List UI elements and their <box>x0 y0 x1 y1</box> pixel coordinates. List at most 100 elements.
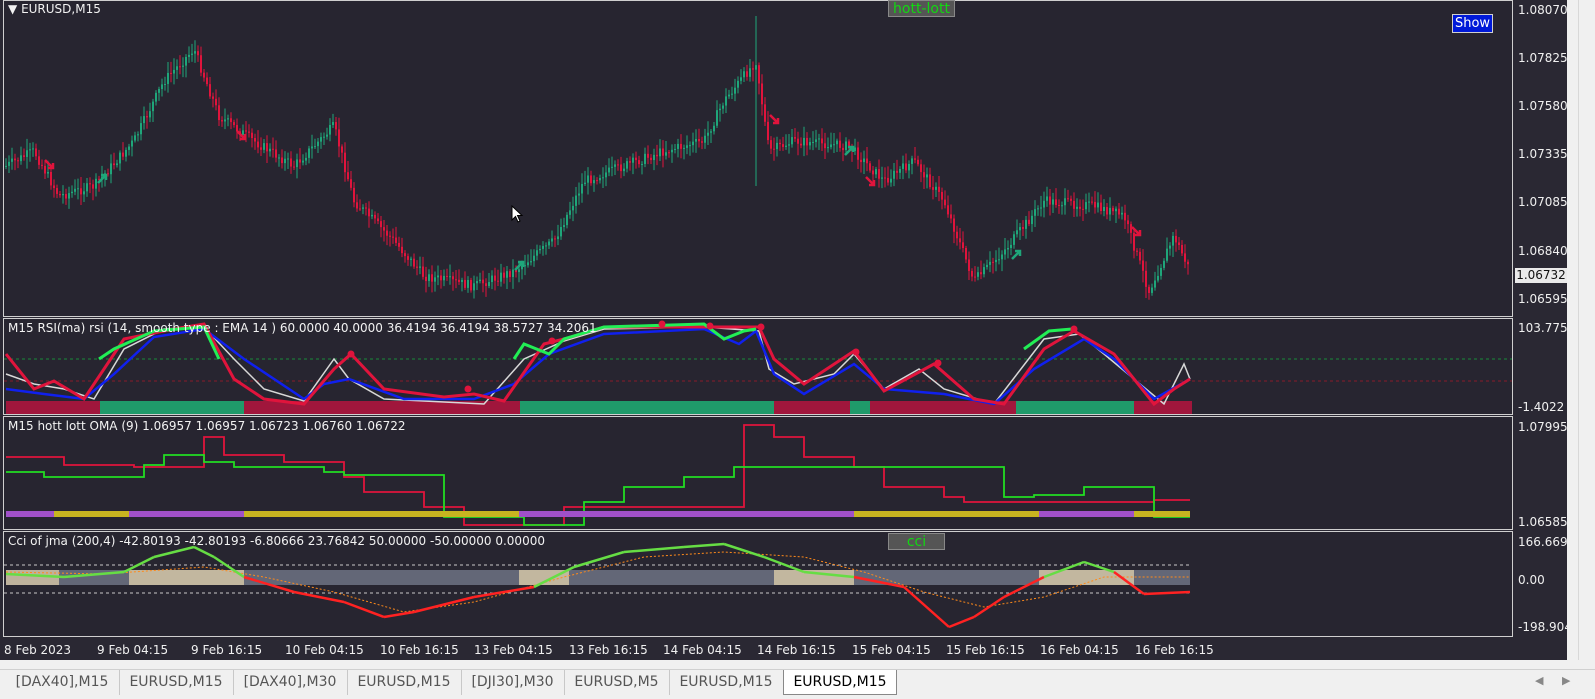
rsi-histogram-bar <box>1126 401 1128 414</box>
hott-lott-button[interactable]: hott-lott <box>888 0 955 17</box>
rsi-indicator-label: M15 RSI(ma) rsi (14, smooth type : EMA 1… <box>8 321 597 335</box>
rsi-histogram-bar <box>432 401 434 414</box>
rsi-histogram-bar <box>846 401 848 414</box>
rsi-histogram-bar <box>1032 401 1034 414</box>
rsi-histogram-bar <box>588 401 590 414</box>
vertical-scrollbar[interactable] <box>1578 0 1595 660</box>
candle-body <box>662 148 664 156</box>
hott-signal-bar <box>6 511 54 517</box>
rsi-histogram-bar <box>88 401 90 414</box>
rsi-histogram-bar <box>194 401 196 414</box>
tab-eurusd-m15[interactable]: EURUSD,M15 <box>669 670 784 695</box>
rsi-histogram-bar <box>64 401 66 414</box>
rsi-histogram-bar <box>938 401 940 414</box>
candle-body <box>1115 208 1117 212</box>
rsi-histogram-bar <box>792 401 794 414</box>
rsi-histogram-bar <box>582 401 584 414</box>
tab-dax40-m30[interactable]: [DAX40],M30 <box>233 670 348 695</box>
rsi-histogram-bar <box>426 401 428 414</box>
rsi-histogram-bar <box>1096 401 1098 414</box>
rsi-histogram-bar <box>224 401 226 414</box>
candle-body <box>161 84 163 90</box>
rsi-histogram-bar <box>1142 401 1144 414</box>
show-button[interactable]: Show <box>1452 14 1493 33</box>
rsi-histogram-bar <box>980 401 982 414</box>
candle-body <box>725 96 727 106</box>
rsi-histogram-bar <box>704 401 706 414</box>
cci-line-segment <box>623 545 685 554</box>
rsi-histogram-bar <box>728 401 730 414</box>
rsi-histogram-bar <box>694 401 696 414</box>
cci-pane[interactable]: Cci of jma (200,4) -42.80193 -42.80193 -… <box>3 531 1513 637</box>
rsi-histogram-bar <box>430 401 432 414</box>
scroll-right-icon[interactable]: ▶ <box>1562 674 1570 687</box>
candle-body <box>461 279 463 282</box>
rsi-histogram-bar <box>1180 401 1182 414</box>
candle-body <box>782 144 784 147</box>
rsi-histogram-bar <box>384 401 386 414</box>
candle-body <box>578 193 580 196</box>
candle-body <box>1004 249 1006 255</box>
dropdown-icon[interactable]: ▼ <box>8 2 17 16</box>
candle-body <box>434 277 436 282</box>
price-pane[interactable]: ▼ EURUSD,M15 <box>3 0 1513 317</box>
candle-body <box>122 152 124 157</box>
rsi-histogram-bar <box>112 401 114 414</box>
rsi-histogram-bar <box>706 401 708 414</box>
tab-eurusd-m5[interactable]: EURUSD,M5 <box>564 670 670 695</box>
candle-body <box>329 125 331 135</box>
candle-body <box>317 141 319 147</box>
symbol-header[interactable]: ▼ EURUSD,M15 <box>8 2 101 16</box>
candle-body <box>191 53 193 55</box>
rsi-histogram-bar <box>1136 401 1138 414</box>
rsi-histogram-bar <box>622 401 624 414</box>
rsi-histogram-bar <box>830 401 832 414</box>
candle-body <box>497 280 499 282</box>
candle-body <box>86 183 88 192</box>
rsi-histogram-bar <box>1022 401 1024 414</box>
candle-body <box>629 161 631 163</box>
candle-body <box>152 101 154 112</box>
cci-button[interactable]: cci <box>888 533 945 550</box>
candle-body <box>596 180 598 182</box>
candle-body <box>380 221 382 228</box>
candle-body <box>281 157 283 164</box>
candle-body <box>5 165 7 167</box>
rsi-histogram-bar <box>446 401 448 414</box>
rsi-histogram-bar <box>320 401 322 414</box>
tab-eurusd-m15-active[interactable]: EURUSD,M15 <box>783 670 897 695</box>
rsi-histogram-bar <box>718 401 720 414</box>
rsi-histogram-bar <box>126 401 128 414</box>
rsi-histogram-bar <box>268 401 270 414</box>
candle-body <box>29 149 31 151</box>
rsi-histogram-bar <box>176 401 178 414</box>
hott-lott-pane[interactable]: M15 hott lott OMA (9) 1.06957 1.06957 1.… <box>3 416 1513 530</box>
tab-eurusd-m15[interactable]: EURUSD,M15 <box>119 670 234 695</box>
rsi-histogram-bar <box>806 401 808 414</box>
rsi-histogram-bar <box>56 401 58 414</box>
rsi-histogram-bar <box>24 401 26 414</box>
rsi-histogram-bar <box>1070 401 1072 414</box>
rsi-histogram-bar <box>396 401 398 414</box>
rsi-histogram-bar <box>1184 401 1186 414</box>
candle-body <box>440 275 442 281</box>
tab-eurusd-m15[interactable]: EURUSD,M15 <box>347 670 462 695</box>
candle-body <box>572 205 574 211</box>
tab-dax40-m15[interactable]: [DAX40],M15 <box>5 670 120 695</box>
rsi-histogram-bar <box>550 401 552 414</box>
rsi-histogram-bar <box>378 401 380 414</box>
rsi-histogram-bar <box>318 401 320 414</box>
hott-signal-bar <box>1039 511 1134 517</box>
candle-body <box>119 152 121 164</box>
candle-body <box>818 138 820 140</box>
tab-dji30-m30[interactable]: [DJI30],M30 <box>461 670 565 695</box>
rsi-histogram-bar <box>162 401 164 414</box>
rsi-histogram-bar <box>650 401 652 414</box>
rsi-histogram-bar <box>556 401 558 414</box>
scroll-left-icon[interactable]: ◀ <box>1535 674 1543 687</box>
rsi-histogram-bar <box>48 401 50 414</box>
rsi-histogram-bar <box>972 401 974 414</box>
rsi-pane[interactable]: M15 RSI(ma) rsi (14, smooth type : EMA 1… <box>3 318 1513 415</box>
rsi-histogram-bar <box>892 401 894 414</box>
chart-area[interactable]: ▼ EURUSD,M15 hott-lott Show 1.08070 1.07… <box>0 0 1587 660</box>
